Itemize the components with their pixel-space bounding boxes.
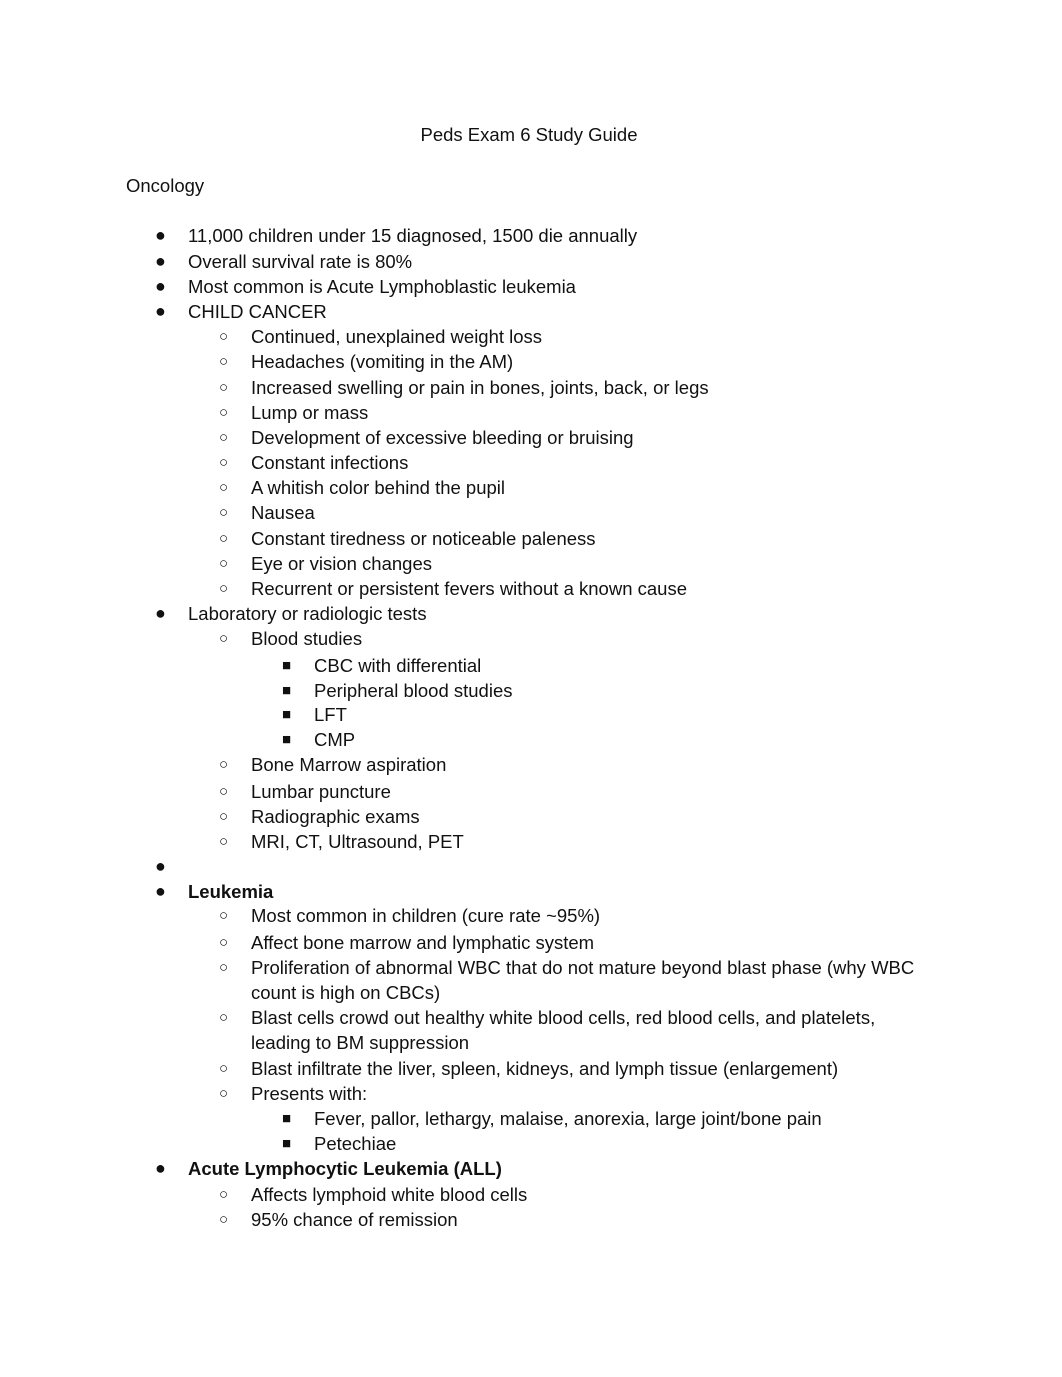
list-item-text: Overall survival rate is 80% xyxy=(188,251,413,272)
subsublist-item-text: CBC with differential xyxy=(314,655,482,676)
sublist-item-text: Bone Marrow aspiration xyxy=(251,754,447,775)
list-item-text: Most common is Acute Lymphoblastic leuke… xyxy=(188,276,576,297)
hollow-circle-bullet-icon: ○ xyxy=(219,833,229,850)
sublist-item-text: Affect bone marrow and lymphatic system xyxy=(251,932,595,953)
square-bullet-icon: ■ xyxy=(282,657,292,674)
sublist-item-text: 95% chance of remission xyxy=(251,1209,458,1230)
subsublist-item-text: Peripheral blood studies xyxy=(314,680,513,701)
sublist-item-text: Constant tiredness or noticeable palenes… xyxy=(251,528,596,549)
list-item-text: Leukemia xyxy=(188,881,274,902)
subsublist-item-text: LFT xyxy=(314,704,347,725)
filled-circle-bullet-icon: ● xyxy=(155,251,166,271)
hollow-circle-bullet-icon: ○ xyxy=(219,504,229,521)
document-title: Peds Exam 6 Study Guide xyxy=(420,124,638,145)
hollow-circle-bullet-icon: ○ xyxy=(219,959,229,976)
hollow-circle-bullet-icon: ○ xyxy=(219,1009,229,1026)
sublist-item-text: Most common in children (cure rate ~95%) xyxy=(251,905,601,926)
section-heading-oncology: Oncology xyxy=(126,175,205,196)
document-page: Peds Exam 6 Study Guide Oncology ● 11,00… xyxy=(0,0,1062,1377)
hollow-circle-bullet-icon: ○ xyxy=(219,934,229,951)
sublist-item-text: Proliferation of abnormal WBC that do no… xyxy=(251,957,915,978)
hollow-circle-bullet-icon: ○ xyxy=(219,404,229,421)
hollow-circle-bullet-icon: ○ xyxy=(219,379,229,396)
hollow-circle-bullet-icon: ○ xyxy=(219,1085,229,1102)
hollow-circle-bullet-icon: ○ xyxy=(219,555,229,572)
list-item-text: 11,000 children under 15 diagnosed, 1500… xyxy=(188,225,638,246)
sublist-item-text: Recurrent or persistent fevers without a… xyxy=(251,578,687,599)
hollow-circle-bullet-icon: ○ xyxy=(219,1060,229,1077)
sublist-item-text: Development of excessive bleeding or bru… xyxy=(251,427,634,448)
subsublist-item-text: Fever, pallor, lethargy, malaise, anorex… xyxy=(314,1108,822,1129)
hollow-circle-bullet-icon: ○ xyxy=(219,907,229,924)
sublist-item-text-continuation: leading to BM suppression xyxy=(251,1032,470,1053)
square-bullet-icon: ■ xyxy=(282,682,292,699)
hollow-circle-bullet-icon: ○ xyxy=(219,580,229,597)
filled-circle-bullet-icon: ● xyxy=(155,301,166,321)
square-bullet-icon: ■ xyxy=(282,706,292,723)
filled-circle-bullet-icon: ● xyxy=(155,1158,166,1178)
sublist-item-text: Nausea xyxy=(251,502,315,523)
filled-circle-bullet-icon: ● xyxy=(155,603,166,623)
sublist-item-text: Headaches (vomiting in the AM) xyxy=(251,351,514,372)
hollow-circle-bullet-icon: ○ xyxy=(219,1186,229,1203)
list-item-text: Laboratory or radiologic tests xyxy=(188,603,427,624)
sublist-item-text: A whitish color behind the pupil xyxy=(251,477,506,498)
hollow-circle-bullet-icon: ○ xyxy=(219,429,229,446)
hollow-circle-bullet-icon: ○ xyxy=(219,756,229,773)
hollow-circle-bullet-icon: ○ xyxy=(219,353,229,370)
sublist-item-text: Eye or vision changes xyxy=(251,553,432,574)
sublist-item-text: Blood studies xyxy=(251,628,363,649)
square-bullet-icon: ■ xyxy=(282,1110,292,1127)
sublist-item-text: Blast infiltrate the liver, spleen, kidn… xyxy=(251,1058,839,1079)
sublist-item-text-continuation: count is high on CBCs) xyxy=(251,982,441,1003)
hollow-circle-bullet-icon: ○ xyxy=(219,630,229,647)
filled-circle-bullet-icon: ● xyxy=(155,276,166,296)
hollow-circle-bullet-icon: ○ xyxy=(219,454,229,471)
sublist-item-text: Lump or mass xyxy=(251,402,369,423)
hollow-circle-bullet-icon: ○ xyxy=(219,328,229,345)
sublist-item-text: Radiographic exams xyxy=(251,806,420,827)
sublist-item-text: Continued, unexplained weight loss xyxy=(251,326,543,347)
filled-circle-bullet-icon: ● xyxy=(155,856,166,876)
sublist-item-text: Increased swelling or pain in bones, joi… xyxy=(251,377,709,398)
sublist-item-text: Presents with: xyxy=(251,1083,368,1104)
subsublist-item-text: CMP xyxy=(314,729,356,750)
list-item-text: CHILD CANCER xyxy=(188,301,327,322)
subsublist-item-text: Petechiae xyxy=(314,1133,397,1154)
hollow-circle-bullet-icon: ○ xyxy=(219,530,229,547)
hollow-circle-bullet-icon: ○ xyxy=(219,783,229,800)
sublist-item-text: MRI, CT, Ultrasound, PET xyxy=(251,831,464,852)
square-bullet-icon: ■ xyxy=(282,1135,292,1152)
list-item-text: Acute Lymphocytic Leukemia (ALL) xyxy=(188,1158,502,1179)
filled-circle-bullet-icon: ● xyxy=(155,881,166,901)
hollow-circle-bullet-icon: ○ xyxy=(219,808,229,825)
filled-circle-bullet-icon: ● xyxy=(155,225,166,245)
sublist-item-text: Lumbar puncture xyxy=(251,781,391,802)
sublist-item-text: Affects lymphoid white blood cells xyxy=(251,1184,528,1205)
sublist-item-text: Blast cells crowd out healthy white bloo… xyxy=(251,1007,876,1028)
sublist-item-text: Constant infections xyxy=(251,452,409,473)
square-bullet-icon: ■ xyxy=(282,731,292,748)
hollow-circle-bullet-icon: ○ xyxy=(219,1211,229,1228)
hollow-circle-bullet-icon: ○ xyxy=(219,479,229,496)
